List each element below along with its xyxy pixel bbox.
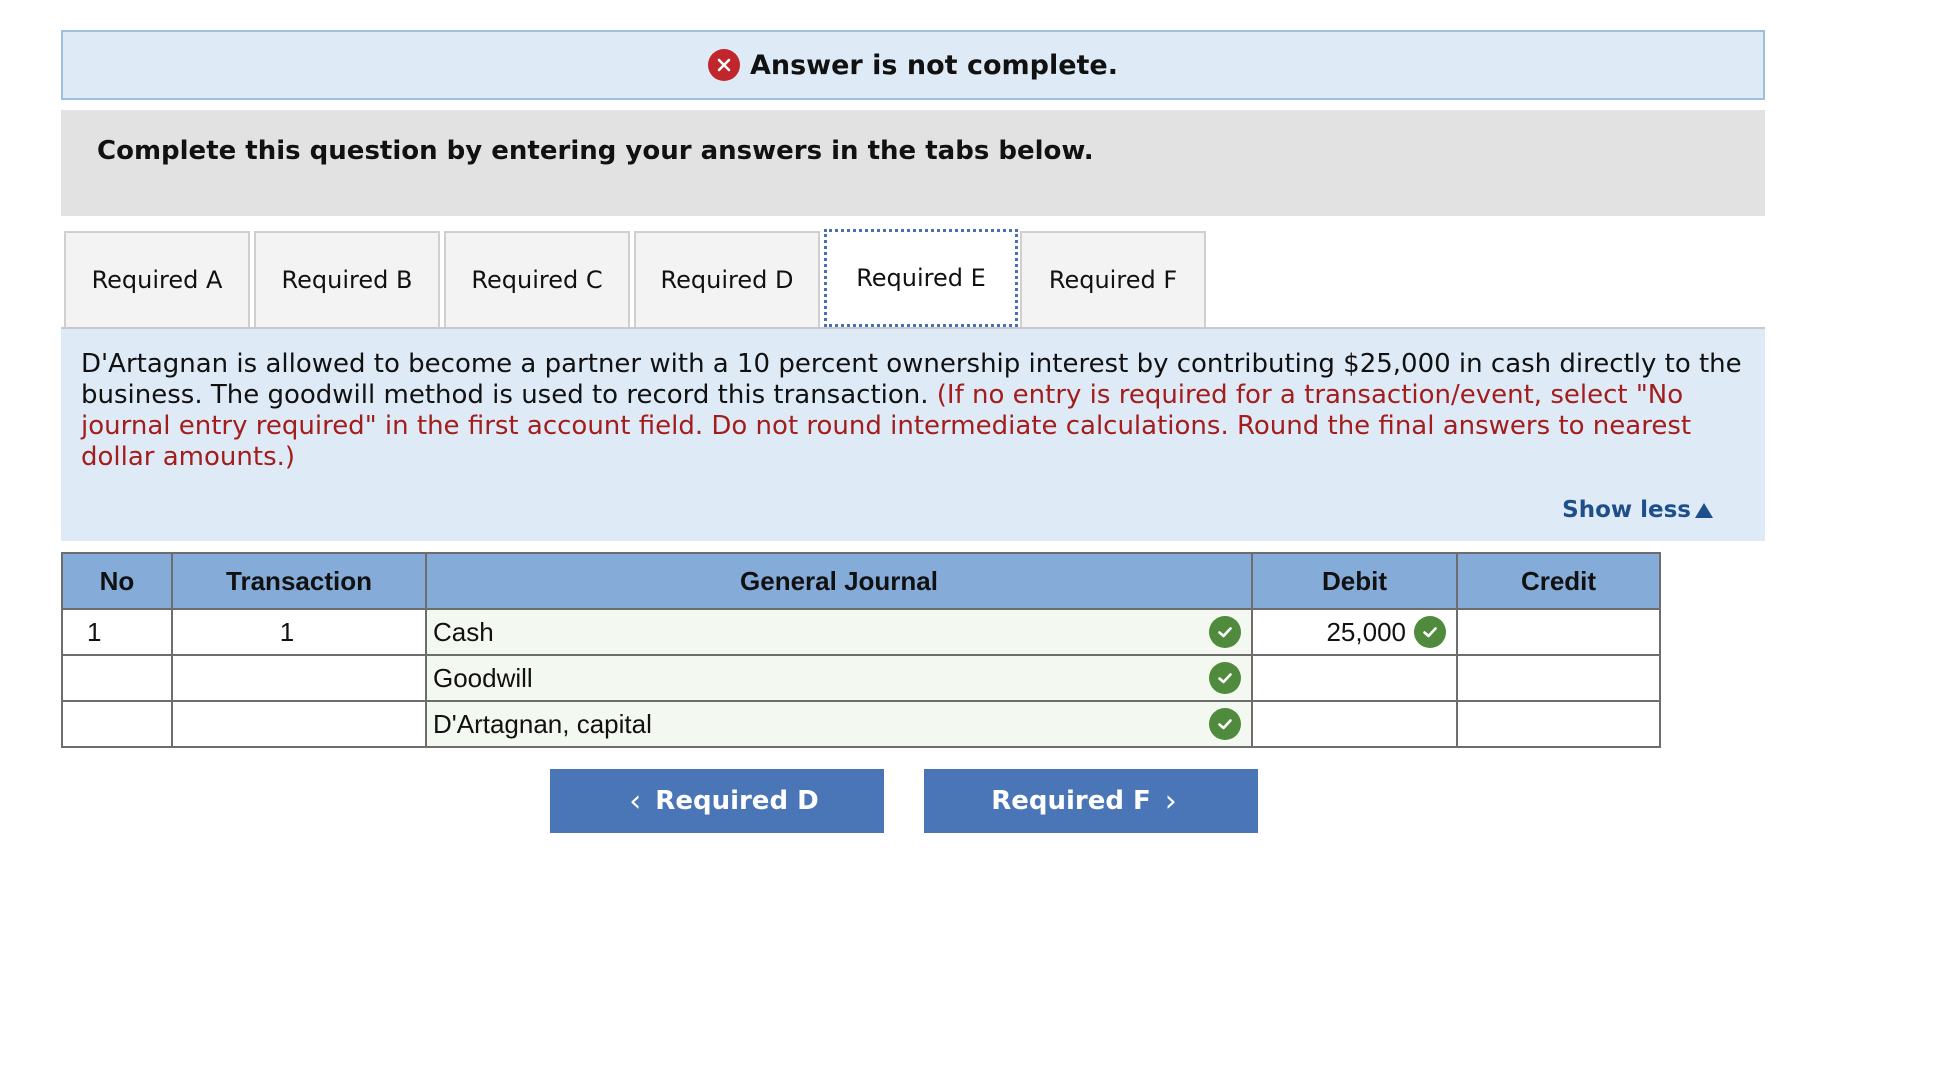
credit-field-1[interactable] (1456, 608, 1661, 656)
show-less-toggle[interactable]: Show less (1562, 495, 1713, 526)
journal-header-row: No Transaction General Journal Debit Cre… (61, 552, 1661, 610)
chevron-left-icon: ‹ (629, 783, 642, 819)
question-panel: D'Artagnan is allowed to become a partne… (61, 329, 1765, 541)
cell-transaction (171, 700, 427, 748)
tab-required-f[interactable]: Required F (1020, 231, 1206, 327)
tab-required-c[interactable]: Required C (444, 231, 630, 327)
instruction-box: Complete this question by entering your … (61, 110, 1765, 216)
tab-required-a[interactable]: Required A (64, 231, 250, 327)
prev-required-d-button[interactable]: ‹ Required D (550, 769, 884, 833)
chevron-right-icon: › (1164, 783, 1177, 819)
header-general-journal: General Journal (425, 552, 1253, 610)
status-message: Answer is not complete. (749, 49, 1119, 81)
error-icon (707, 49, 740, 81)
table-row: D'Artagnan, capital (61, 700, 1661, 748)
account-field-3[interactable]: D'Artagnan, capital (425, 700, 1253, 748)
tab-required-d[interactable]: Required D (634, 231, 820, 327)
table-row: Goodwill (61, 654, 1661, 702)
account-field-2[interactable]: Goodwill (425, 654, 1253, 702)
header-no: No (61, 552, 173, 610)
instruction-text: Complete this question by entering your … (97, 136, 1094, 166)
debit-field-1[interactable]: 25,000 (1251, 608, 1458, 656)
header-transaction: Transaction (171, 552, 427, 610)
correct-check-icon (1209, 616, 1241, 648)
show-less-label: Show less (1562, 497, 1691, 523)
credit-field-3[interactable] (1456, 700, 1661, 748)
next-required-f-button[interactable]: Required F › (924, 769, 1258, 833)
credit-field-2[interactable] (1456, 654, 1661, 702)
table-row: 1 1 Cash 25,000 (61, 608, 1661, 656)
triangle-up-icon (1695, 503, 1713, 518)
cell-transaction: 1 (171, 608, 427, 656)
header-credit: Credit (1456, 552, 1661, 610)
cell-transaction (171, 654, 427, 702)
debit-field-3[interactable] (1251, 700, 1458, 748)
debit-field-2[interactable] (1251, 654, 1458, 702)
journal-table: No Transaction General Journal Debit Cre… (61, 552, 1661, 748)
status-banner: Answer is not complete. (61, 30, 1765, 100)
account-field-1[interactable]: Cash (425, 608, 1253, 656)
cell-no: 1 (61, 608, 173, 656)
cell-no (61, 654, 173, 702)
cell-no (61, 700, 173, 748)
correct-check-icon (1209, 662, 1241, 694)
tab-required-b[interactable]: Required B (254, 231, 440, 327)
correct-check-icon (1209, 708, 1241, 740)
tab-required-e[interactable]: Required E (824, 229, 1018, 327)
header-debit: Debit (1251, 552, 1458, 610)
correct-check-icon (1414, 616, 1446, 648)
